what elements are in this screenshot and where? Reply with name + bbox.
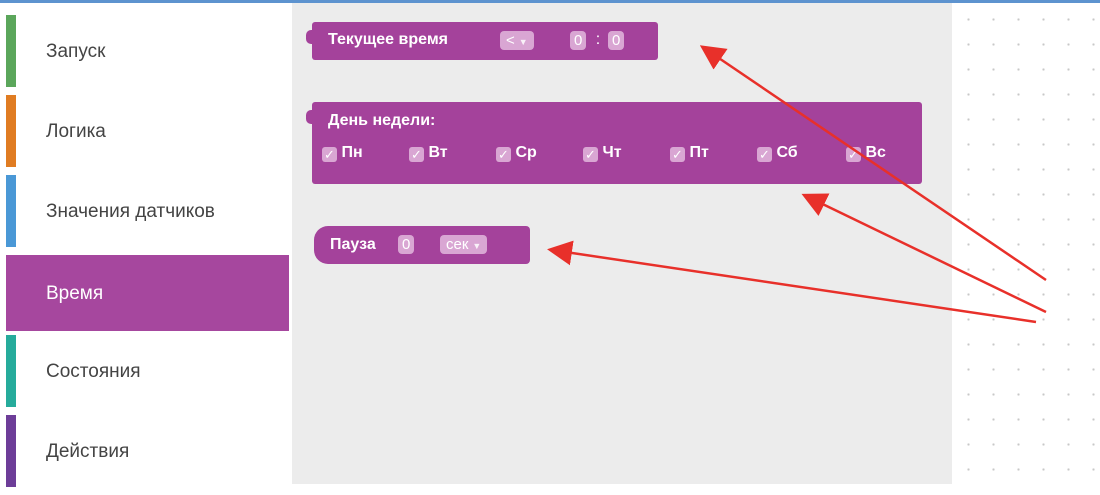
annotation-arrows bbox=[547, 45, 1047, 324]
arrow-to-weekday bbox=[801, 193, 1047, 314]
arrow-to-current-time bbox=[699, 45, 1047, 282]
arrow-to-pause bbox=[547, 240, 1037, 324]
